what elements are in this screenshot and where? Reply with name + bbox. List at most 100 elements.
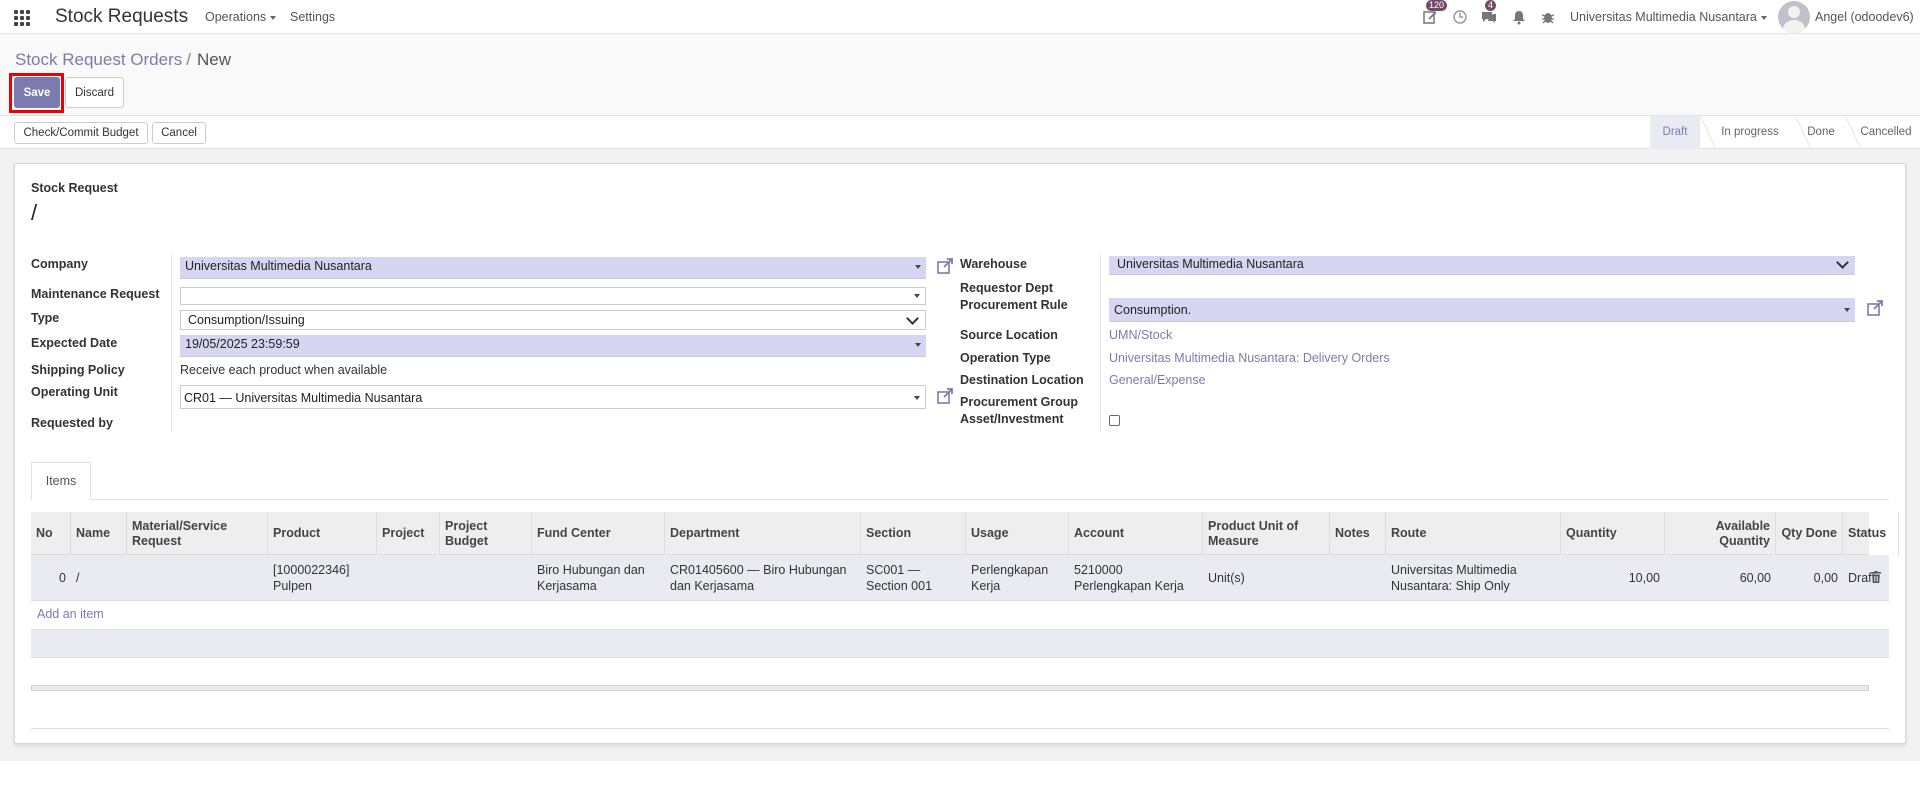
- procurement-rule-external-link-icon[interactable]: [1866, 299, 1884, 317]
- requestor-dept-label: Requestor Dept: [960, 281, 1054, 295]
- cancel-button[interactable]: Cancel: [152, 122, 206, 144]
- operation-type-link[interactable]: Universitas Multimedia Nusantara: Delive…: [1109, 351, 1390, 365]
- menu-settings[interactable]: Settings: [290, 10, 335, 24]
- column-header[interactable]: Product: [268, 512, 377, 555]
- company-name: Universitas Multimedia Nusantara: [1570, 10, 1757, 24]
- column-header[interactable]: Account: [1069, 512, 1203, 555]
- activity-edit-icon[interactable]: 120: [1422, 0, 1448, 25]
- procurement-rule-label: Procurement Rule: [960, 298, 1068, 312]
- operating-unit-field[interactable]: CR01 — Universitas Multimedia Nusantara: [180, 385, 926, 409]
- breadcrumb-current: New: [196, 50, 231, 69]
- bell-icon[interactable]: [1511, 9, 1527, 25]
- check-commit-budget-button[interactable]: Check/Commit Budget: [14, 122, 148, 144]
- cell-project: [377, 555, 440, 601]
- type-label: Type: [31, 311, 60, 325]
- empty-row: [31, 629, 1889, 657]
- asset-investment-checkbox[interactable]: [1109, 415, 1120, 426]
- operating-unit-value: CR01 — Universitas Multimedia Nusantara: [184, 391, 423, 405]
- operation-type-label: Operation Type: [960, 351, 1051, 365]
- dropdown-caret-icon: [1844, 308, 1850, 312]
- left-group-separator: [171, 255, 172, 432]
- column-header[interactable]: Route: [1386, 512, 1561, 555]
- breadcrumb-parent[interactable]: Stock Request Orders: [15, 50, 182, 69]
- destination-location-label: Destination Location: [960, 373, 1084, 387]
- column-header[interactable]: Available Quantity: [1665, 512, 1776, 555]
- shipping-policy-label: Shipping Policy: [31, 363, 125, 377]
- app-title[interactable]: Stock Requests: [55, 6, 188, 28]
- chevron-down-icon: [906, 312, 919, 325]
- warehouse-select[interactable]: Universitas Multimedia Nusantara: [1109, 256, 1855, 275]
- requested-by-label: Requested by: [31, 416, 113, 430]
- tab-items[interactable]: Items: [31, 462, 91, 500]
- company-label: Company: [31, 257, 88, 271]
- debug-bug-icon[interactable]: [1540, 9, 1556, 25]
- column-header[interactable]: Qty Done: [1776, 512, 1843, 555]
- activity-badge: 120: [1426, 0, 1448, 11]
- column-header[interactable]: Status: [1843, 512, 1899, 555]
- user-avatar[interactable]: [1778, 1, 1810, 33]
- cell-available-quantity: 60,00: [1739, 571, 1771, 585]
- column-header[interactable]: Notes: [1330, 512, 1386, 555]
- right-group-separator: [1100, 255, 1101, 432]
- horizontal-scrollbar[interactable]: [31, 685, 1869, 691]
- shipping-policy-value[interactable]: Receive each product when available: [180, 363, 387, 377]
- delete-row-trash-icon[interactable]: [1871, 571, 1881, 583]
- column-header[interactable]: Section: [861, 512, 966, 555]
- apps-menu-icon[interactable]: [14, 10, 30, 26]
- dropdown-caret-icon: [915, 265, 921, 269]
- company-field[interactable]: Universitas Multimedia Nusantara: [180, 257, 926, 279]
- form-statusbar: Check/Commit Budget Cancel Draft In prog…: [0, 116, 1920, 149]
- column-header[interactable]: No: [31, 512, 71, 555]
- company-value: Universitas Multimedia Nusantara: [185, 259, 372, 273]
- clock-icon[interactable]: [1452, 9, 1468, 25]
- column-header[interactable]: Project: [377, 512, 440, 555]
- column-header[interactable]: Usage: [966, 512, 1069, 555]
- cell-product: [1000022346] Pulpen: [273, 563, 350, 593]
- table-row[interactable]: 0 / [1000022346] Pulpen Biro Hubungan da…: [31, 555, 1889, 601]
- control-panel: Stock Request Orders / New: [0, 34, 1920, 116]
- cell-section: SC001 — Section 001: [866, 563, 933, 593]
- procurement-rule-field[interactable]: Consumption.: [1109, 298, 1855, 322]
- column-header[interactable]: Name: [71, 512, 127, 555]
- company-external-link-icon[interactable]: [936, 257, 954, 275]
- warehouse-label: Warehouse: [960, 257, 1027, 271]
- company-switcher[interactable]: Universitas Multimedia Nusantara: [1570, 10, 1767, 24]
- column-header[interactable]: Fund Center: [532, 512, 665, 555]
- stock-request-title-label: Stock Request: [31, 181, 118, 195]
- menu-operations-label: Operations: [205, 10, 267, 24]
- operating-unit-label: Operating Unit: [31, 385, 118, 399]
- maintenance-request-field[interactable]: [180, 287, 926, 305]
- breadcrumb-separator: /: [186, 50, 191, 69]
- dropdown-caret-icon: [914, 396, 920, 400]
- stage-in-progress[interactable]: In progress: [1706, 116, 1794, 149]
- source-location-link[interactable]: UMN/Stock: [1109, 328, 1172, 342]
- messages-icon[interactable]: 4: [1481, 0, 1497, 25]
- cell-department: CR01405600 — Biro Hubungan dan Kerjasama: [670, 563, 847, 593]
- destination-location-link[interactable]: General/Expense: [1109, 373, 1206, 387]
- column-header[interactable]: Quantity: [1561, 512, 1665, 555]
- cell-quantity: 10,00: [1628, 571, 1660, 585]
- cell-name: /: [76, 571, 80, 585]
- column-header[interactable]: Project Budget: [440, 512, 532, 555]
- user-menu[interactable]: Angel (odoodev6): [1815, 10, 1914, 24]
- stage-cancelled[interactable]: Cancelled: [1852, 116, 1920, 149]
- type-select[interactable]: Consumption/Issuing: [180, 310, 926, 330]
- dropdown-caret-icon: [914, 294, 920, 298]
- expected-date-field[interactable]: 19/05/2025 23:59:59: [180, 335, 926, 357]
- menu-operations[interactable]: Operations: [205, 10, 277, 24]
- stock-request-name: /: [31, 200, 38, 225]
- cell-uom: Unit(s): [1208, 571, 1245, 585]
- column-header[interactable]: Department: [665, 512, 861, 555]
- procurement-group-label: Procurement Group: [960, 395, 1079, 409]
- caret-down-icon: [270, 15, 277, 20]
- operating-unit-external-link-icon[interactable]: [936, 387, 954, 405]
- top-navbar: Stock Requests Operations Settings 120 4…: [0, 0, 1920, 34]
- add-item-link[interactable]: Add an item: [37, 607, 104, 621]
- column-header[interactable]: Product Unit of Measure: [1203, 512, 1330, 555]
- cell-qty-done: 0,00: [1813, 571, 1838, 585]
- empty-row: [31, 657, 1889, 685]
- discard-button[interactable]: Discard: [65, 77, 124, 108]
- source-location-label: Source Location: [960, 328, 1058, 342]
- column-header[interactable]: Material/Service Request: [127, 512, 268, 555]
- cell-no: 0: [59, 571, 66, 585]
